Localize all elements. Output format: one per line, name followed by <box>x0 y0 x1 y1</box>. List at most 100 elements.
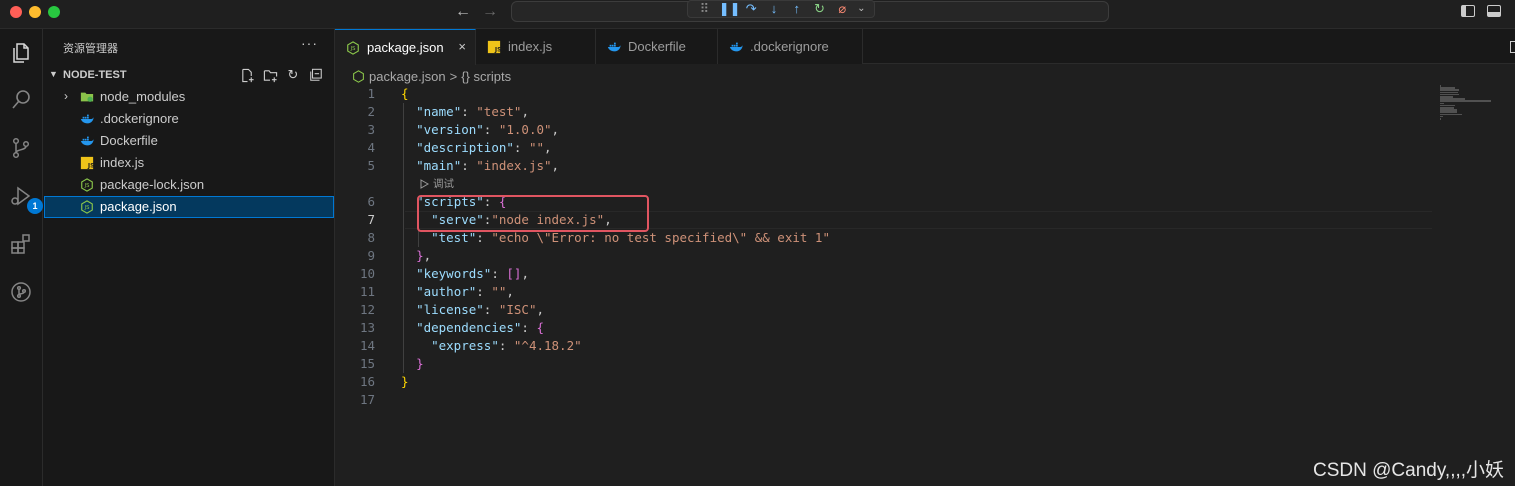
line-number: 10 <box>359 266 375 281</box>
pause-icon[interactable]: ❚❚ <box>719 1 741 17</box>
code-line[interactable]: 17 <box>335 391 1435 409</box>
nodejs-icon <box>353 69 364 83</box>
tab-package-json[interactable]: JS package.json × <box>335 29 476 65</box>
new-file-icon[interactable] <box>239 67 255 83</box>
line-number: 7 <box>367 212 375 227</box>
step-over-icon[interactable]: ↷ <box>743 1 760 17</box>
line-number: 2 <box>367 104 375 119</box>
code-text: "description": "", <box>416 140 552 155</box>
line-number: 17 <box>359 392 375 407</box>
watermark: CSDN @Candy,,,,小妖 <box>1313 460 1505 481</box>
code-line[interactable]: 9 }, <box>335 247 1435 265</box>
code-line[interactable]: 12 "license": "ISC", <box>335 301 1435 319</box>
tree-item-dockerfile[interactable]: Dockerfile <box>44 130 334 152</box>
code-line[interactable]: 16} <box>335 373 1435 391</box>
code-line[interactable]: 4 "description": "", <box>335 139 1435 157</box>
code-text: "license": "ISC", <box>416 302 545 317</box>
extensions-icon[interactable] <box>7 230 35 258</box>
maximize-window-button[interactable] <box>48 6 60 18</box>
run-debug-icon[interactable]: 1 <box>7 182 43 214</box>
code-line[interactable]: 3 "version": "1.0.0", <box>335 121 1435 139</box>
tree-item-label: Dockerfile <box>100 133 158 148</box>
nodejs-icon: JS <box>347 41 359 55</box>
disconnect-icon[interactable]: ⌀ <box>834 1 851 17</box>
tree-item-index-js[interactable]: JS index.js <box>44 152 334 174</box>
editor-area: JS package.json × JS index.js Dockerfile… <box>335 29 1515 486</box>
annotation-highlight-box <box>417 195 649 232</box>
arrow-right-icon[interactable]: → <box>482 3 498 21</box>
code-line[interactable]: 15 } <box>335 355 1435 373</box>
tab-dockerfile[interactable]: Dockerfile <box>596 29 718 64</box>
code-line[interactable]: 14 "express": "^4.18.2" <box>335 337 1435 355</box>
code-line[interactable]: 5 "main": "index.js", <box>335 157 1435 175</box>
line-number: 5 <box>367 158 375 173</box>
code-text: "express": "^4.18.2" <box>431 338 582 353</box>
grip-icon[interactable]: ⠿ <box>696 1 713 17</box>
code-text: "main": "index.js", <box>416 158 560 173</box>
chevron-right-icon: › <box>64 89 68 103</box>
line-number: 15 <box>359 356 375 371</box>
line-number: 12 <box>359 302 375 317</box>
arrow-left-icon[interactable]: ← <box>455 3 471 21</box>
workspace-section-header[interactable]: ▼ NODE-TEST ↻ <box>43 64 334 86</box>
more-actions-icon[interactable]: ··· <box>301 35 318 51</box>
tree-item-label: node_modules <box>100 89 186 104</box>
docker-icon <box>80 114 94 124</box>
nodejs-icon: JS <box>81 200 93 214</box>
collapse-all-icon[interactable] <box>308 67 324 83</box>
tree-item-node-modules[interactable]: › node_modules <box>44 86 334 108</box>
toggle-sidebar-icon[interactable] <box>1461 5 1475 17</box>
new-folder-icon[interactable] <box>262 67 278 83</box>
tab-index-js[interactable]: JS index.js <box>476 29 596 64</box>
tab-label: .dockerignore <box>750 39 829 54</box>
line-number: 4 <box>367 140 375 155</box>
tree-item-package-lock-json[interactable]: JS package-lock.json <box>44 174 334 196</box>
code-text: "keywords": [], <box>416 266 529 281</box>
restart-icon[interactable]: ↻ <box>811 1 828 17</box>
nodejs-icon: JS <box>81 178 93 192</box>
chevron-down-icon: ▼ <box>49 69 58 79</box>
close-icon[interactable]: × <box>458 39 466 54</box>
source-control-icon[interactable] <box>7 134 35 162</box>
codelens-debug[interactable]: 调试 <box>419 176 454 191</box>
remote-icon[interactable] <box>7 278 35 306</box>
explorer-sidebar: 资源管理器 ··· ▼ NODE-TEST ↻ › node_modules .… <box>43 29 335 486</box>
refresh-icon[interactable]: ↻ <box>285 67 301 83</box>
editor-tabs: JS package.json × JS index.js Dockerfile… <box>335 29 1515 65</box>
title-bar: ← → ⠿ ❚❚ ↷ ↓ ↑ ↻ ⌀ ⌄ <box>0 0 1515 29</box>
line-number: 14 <box>359 338 375 353</box>
section-actions: ↻ <box>239 67 324 83</box>
code-line[interactable]: 2 "name": "test", <box>335 103 1435 121</box>
tree-item-label: package-lock.json <box>100 177 205 192</box>
step-out-icon[interactable]: ↑ <box>788 1 805 17</box>
tab-label: package.json <box>367 40 444 55</box>
line-number: 6 <box>367 194 375 209</box>
breadcrumb-file[interactable]: package.json <box>369 69 446 84</box>
chevron-down-icon[interactable]: ⌄ <box>857 1 866 17</box>
tree-item-package-json[interactable]: JS package.json <box>44 196 334 218</box>
code-text: "dependencies": { <box>416 320 545 335</box>
explorer-icon[interactable] <box>7 39 35 67</box>
toggle-panel-icon[interactable] <box>1487 5 1501 17</box>
svg-text:JS: JS <box>87 162 94 169</box>
split-editor-icon[interactable] <box>1510 41 1515 53</box>
code-line[interactable]: 10 "keywords": [], <box>335 265 1435 283</box>
line-number: 13 <box>359 320 375 335</box>
code-text: "author": "", <box>416 284 514 299</box>
minimap[interactable] <box>1440 85 1500 125</box>
tab-dockerignore[interactable]: .dockerignore <box>718 29 863 64</box>
step-into-icon[interactable]: ↓ <box>766 1 783 17</box>
folder-node-icon <box>80 92 94 102</box>
code-line[interactable]: 11 "author": "", <box>335 283 1435 301</box>
code-line[interactable]: 1{ <box>335 85 1435 103</box>
minimize-window-button[interactable] <box>29 6 41 18</box>
close-window-button[interactable] <box>10 6 22 18</box>
code-line[interactable]: 13 "dependencies": { <box>335 319 1435 337</box>
docker-icon <box>729 42 743 52</box>
tab-label: index.js <box>508 39 553 54</box>
breadcrumb-symbol[interactable]: {} scripts <box>461 69 511 84</box>
sidebar-title: 资源管理器 <box>63 43 118 55</box>
tree-item-dockerignore[interactable]: .dockerignore <box>44 108 334 130</box>
tree-item-label: package.json <box>100 199 177 214</box>
search-icon[interactable] <box>7 86 35 114</box>
